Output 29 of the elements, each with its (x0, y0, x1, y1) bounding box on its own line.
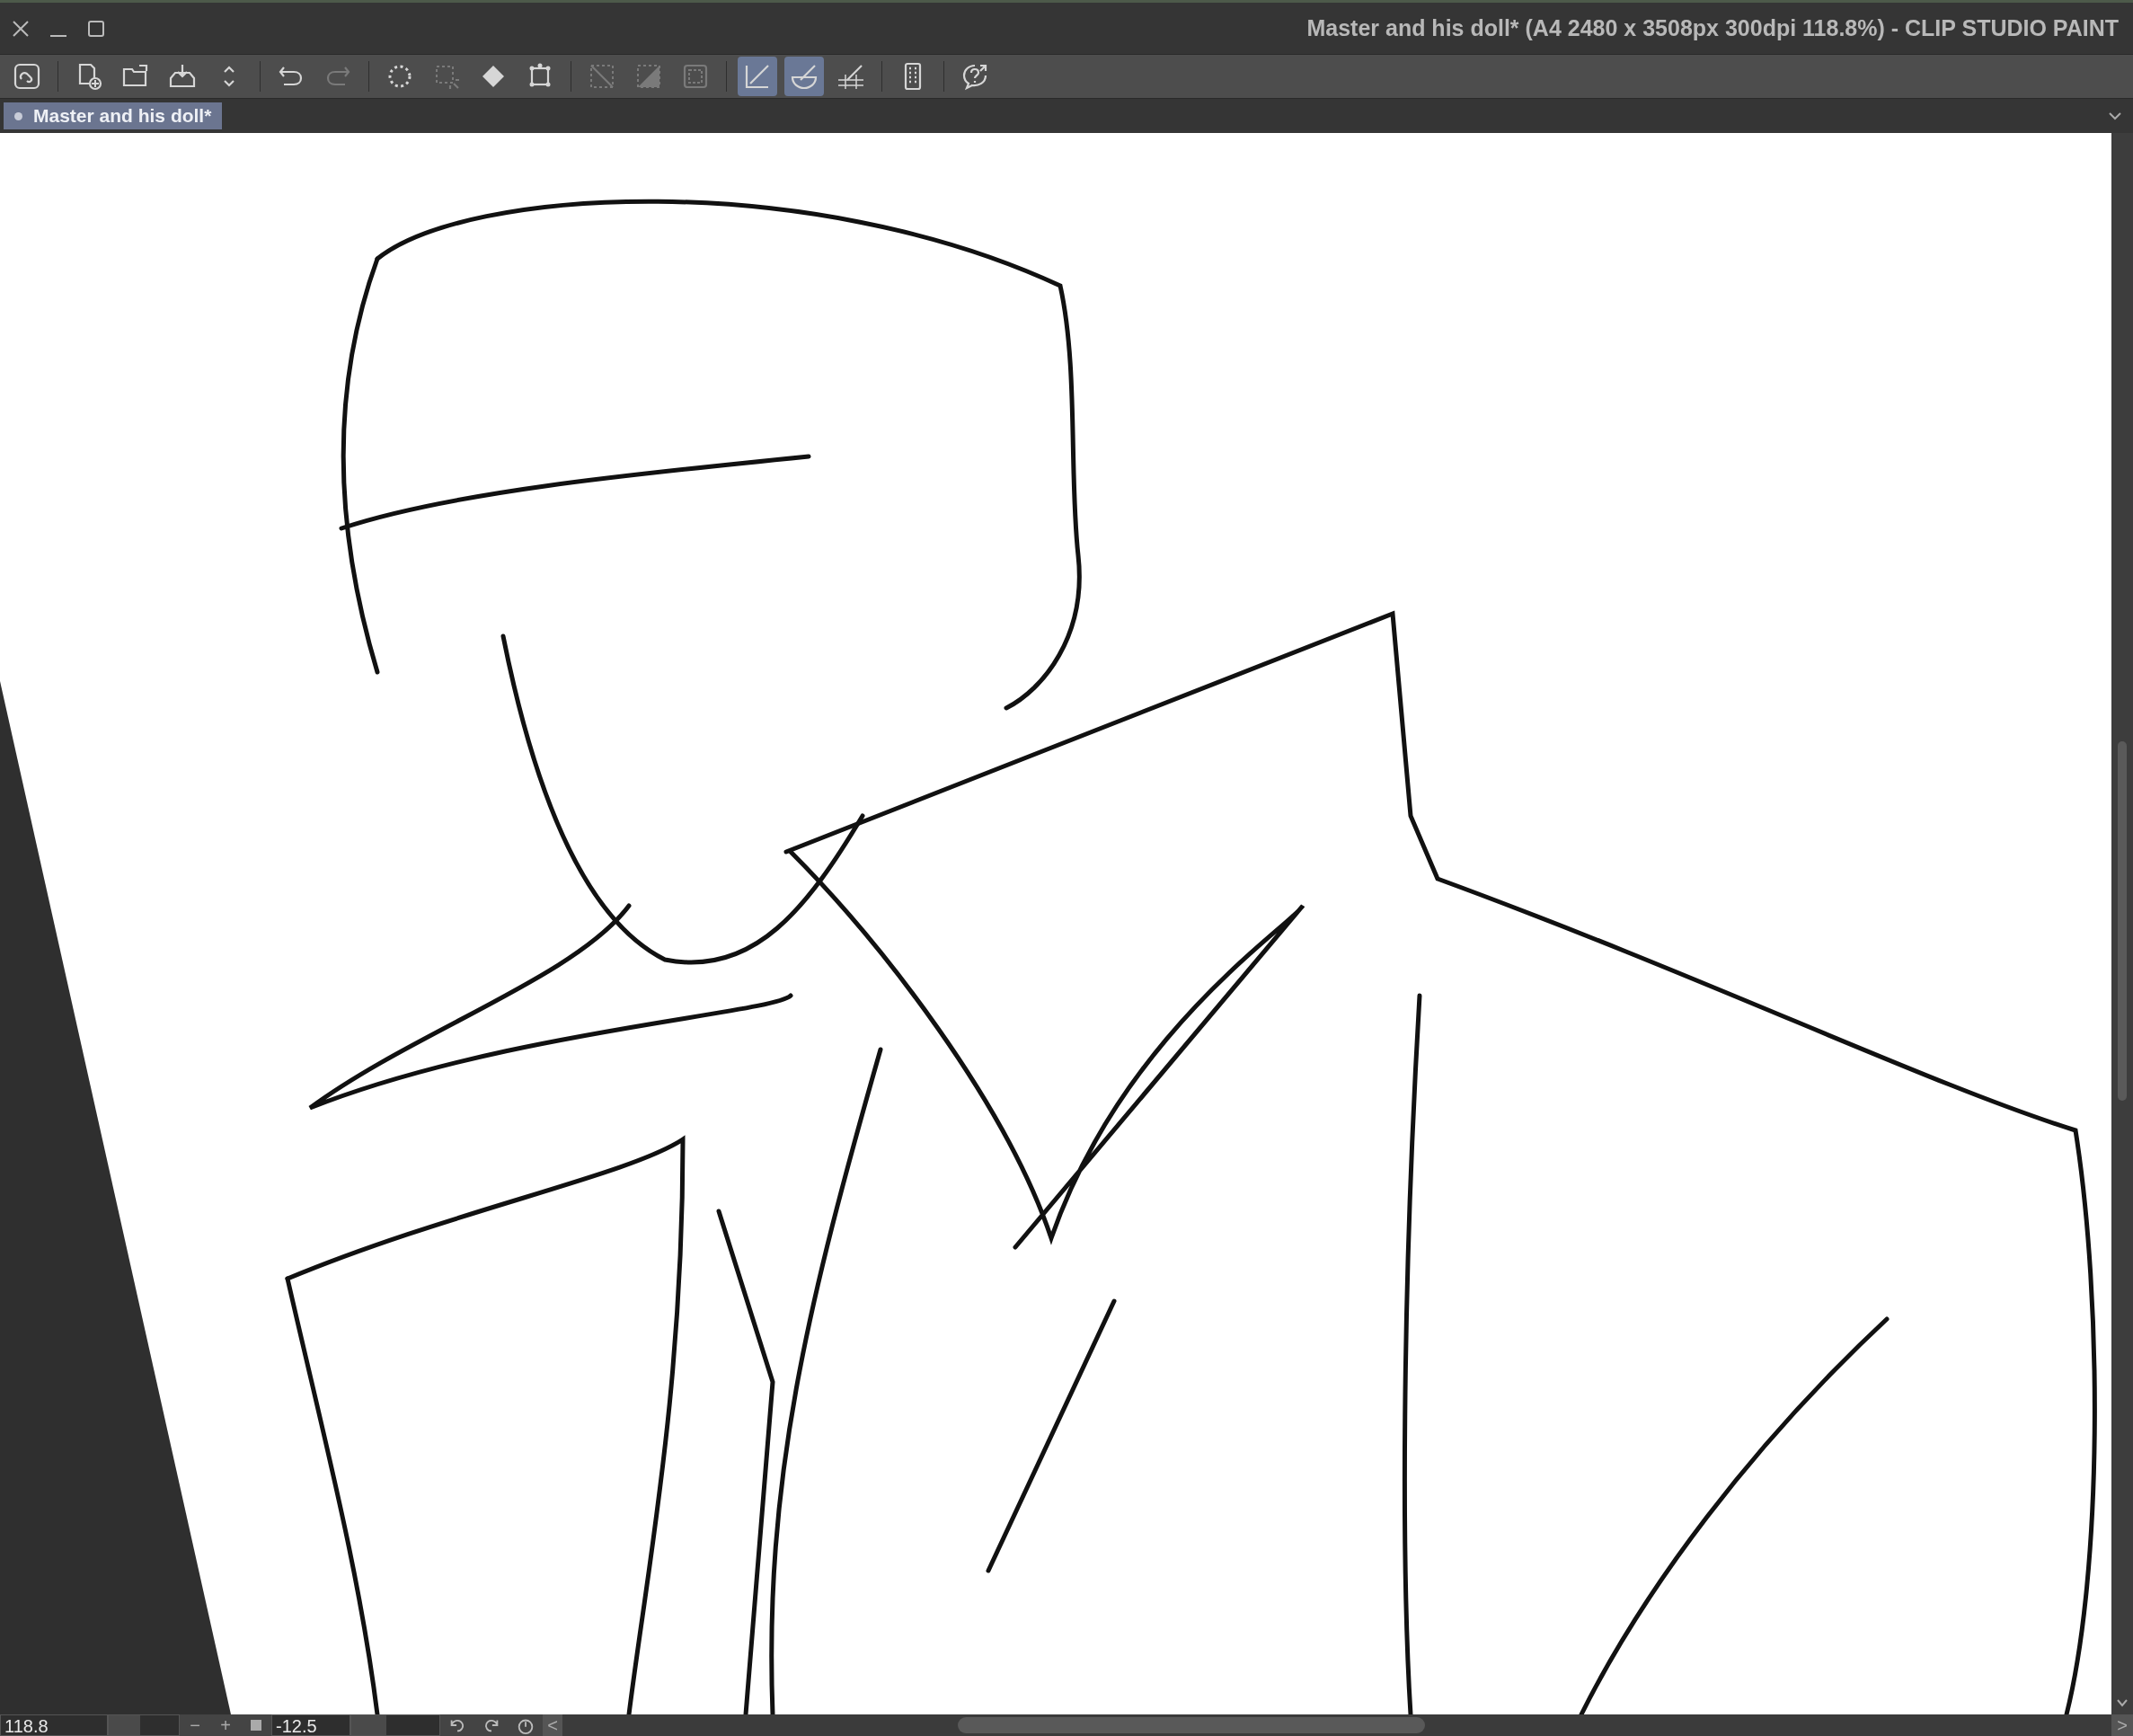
rotation-slider[interactable] (350, 1714, 440, 1736)
close-icon[interactable] (11, 18, 31, 39)
zoom-field[interactable]: 118.8 (0, 1714, 108, 1736)
document-tab[interactable]: Master and his doll* (4, 102, 223, 129)
curve-ruler-pen-button[interactable] (784, 57, 824, 96)
ruler-pen-button[interactable] (738, 57, 777, 96)
scrollbar-thumb[interactable] (2118, 741, 2127, 1101)
zoom-in-button[interactable]: + (210, 1714, 241, 1736)
curve-ruler-pen-icon (790, 62, 819, 91)
maximize-icon[interactable] (86, 18, 106, 39)
crop-frame-icon (681, 62, 710, 91)
square-icon (251, 1720, 261, 1731)
zoom-out-button[interactable]: − (180, 1714, 210, 1736)
grid-ruler-pen-icon (836, 62, 865, 91)
scrollbar-thumb[interactable] (958, 1717, 1425, 1733)
horizontal-scrollbar[interactable] (562, 1714, 2111, 1736)
window-title: Master and his doll* (A4 2480 x 3508px 300dpi 118.8%) - CLIP STUDIO PAINT (1306, 13, 2120, 42)
triangle-selection-icon (634, 62, 663, 91)
vertical-scrollbar[interactable] (2111, 133, 2133, 1714)
scroll-right-button[interactable]: > (2111, 1714, 2133, 1736)
ruler-pen-icon (743, 62, 772, 91)
app-logo-icon (13, 62, 41, 91)
scroll-left-button[interactable]: < (543, 1714, 562, 1736)
chevron-down-icon[interactable] (2116, 1698, 2129, 1707)
rotation-field[interactable]: -12.5 (271, 1714, 350, 1736)
help-icon (960, 62, 989, 91)
zoom-slider[interactable] (108, 1714, 180, 1736)
clear-selection-icon (588, 62, 616, 91)
chevron-down-icon[interactable] (2108, 111, 2122, 120)
